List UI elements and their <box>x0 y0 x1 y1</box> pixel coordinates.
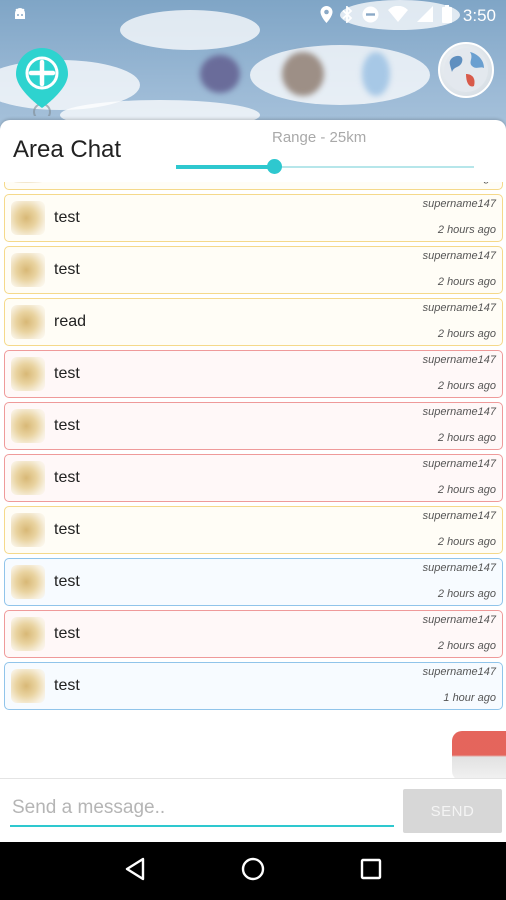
message-timestamp: 2 hours ago <box>437 224 496 236</box>
clock: 3:50 <box>462 6 496 25</box>
pokeball-icon[interactable] <box>452 731 506 781</box>
message-list[interactable]: 2 hours agotestsupername1472 hours agote… <box>0 182 506 716</box>
message-item[interactable]: test supername147 2 hours ago <box>4 194 503 242</box>
message-username: supername147 <box>422 458 496 470</box>
message-text: test <box>54 209 80 226</box>
message-item[interactable]: test supername147 2 hours ago <box>4 454 503 502</box>
message-text: test <box>54 573 80 590</box>
avatar <box>11 253 45 287</box>
range-slider[interactable] <box>176 159 474 174</box>
message-timestamp: 2 hours ago <box>437 484 496 496</box>
area-chat-panel: Area Chat Range - 25km 2 hours ago test su… <box>0 120 506 842</box>
avatar <box>11 617 45 651</box>
message-username: supername147 <box>422 614 496 626</box>
avatar <box>11 461 45 495</box>
message-item[interactable]: test supername147 2 hours ago <box>4 350 503 398</box>
message-item[interactable]: 2 hours ago <box>4 182 503 190</box>
navigation-bar <box>0 842 506 900</box>
message-username: supername147 <box>422 406 496 418</box>
message-username: supername147 <box>422 250 496 262</box>
message-text: test <box>54 677 80 694</box>
message-timestamp: 2 hours ago <box>438 182 496 184</box>
avatar <box>11 669 45 703</box>
message-timestamp: 2 hours ago <box>437 276 496 288</box>
avatar <box>11 565 45 599</box>
range-slider-fill <box>176 165 275 169</box>
add-pin-icon <box>16 48 68 121</box>
battery-icon <box>441 5 452 27</box>
message-timestamp: 1 hour ago <box>443 692 496 704</box>
message-username: supername147 <box>422 198 496 210</box>
message-username: supername147 <box>422 666 496 678</box>
bluetooth-icon <box>342 4 353 27</box>
message-timestamp: 2 hours ago <box>437 588 496 600</box>
do-not-disturb-icon <box>362 6 379 27</box>
status-bar: 3:50 <box>0 0 506 32</box>
world-chat-button[interactable] <box>438 42 494 98</box>
avatar <box>11 201 45 235</box>
message-timestamp: 2 hours ago <box>437 536 496 548</box>
avatar <box>11 409 45 443</box>
message-item[interactable]: test supername147 1 hour ago <box>4 662 503 710</box>
avatar <box>11 305 45 339</box>
add-location-button[interactable] <box>14 46 70 121</box>
message-item[interactable]: test supername147 2 hours ago <box>4 246 503 294</box>
composer: SEND <box>0 778 506 842</box>
message-text: test <box>54 417 80 434</box>
message-item[interactable]: read supername147 2 hours ago <box>4 298 503 346</box>
message-item[interactable]: test supername147 2 hours ago <box>4 506 503 554</box>
message-timestamp: 2 hours ago <box>437 380 496 392</box>
message-timestamp: 2 hours ago <box>437 328 496 340</box>
wifi-icon <box>387 5 408 26</box>
message-item[interactable]: test supername147 2 hours ago <box>4 402 503 450</box>
message-item[interactable]: test supername147 2 hours ago <box>4 558 503 606</box>
avatar <box>11 182 45 183</box>
message-username: supername147 <box>422 354 496 366</box>
message-text: test <box>54 365 80 382</box>
range-slider-thumb[interactable] <box>267 159 283 174</box>
send-button[interactable]: SEND <box>403 789 502 833</box>
avatar <box>11 513 45 547</box>
message-text: test <box>54 521 80 538</box>
android-icon <box>12 6 28 26</box>
globe-icon <box>444 48 488 92</box>
message-username: supername147 <box>422 510 496 522</box>
signal-icon <box>416 6 433 26</box>
location-icon <box>320 5 333 27</box>
message-input[interactable] <box>10 791 394 827</box>
message-item[interactable]: test supername147 2 hours ago <box>4 610 503 658</box>
message-timestamp: 2 hours ago <box>437 432 496 444</box>
message-text: test <box>54 469 80 486</box>
avatar <box>11 357 45 391</box>
home-icon[interactable] <box>241 857 265 885</box>
range-label: Range - 25km <box>272 129 367 146</box>
message-username: supername147 <box>422 562 496 574</box>
recents-icon[interactable] <box>360 858 382 884</box>
back-icon[interactable] <box>124 857 146 885</box>
message-text: test <box>54 625 80 642</box>
message-text: read <box>54 313 87 330</box>
message-timestamp: 2 hours ago <box>437 640 496 652</box>
message-text: test <box>54 261 80 278</box>
page-title: Area Chat <box>13 136 122 163</box>
message-username: supername147 <box>422 302 496 314</box>
